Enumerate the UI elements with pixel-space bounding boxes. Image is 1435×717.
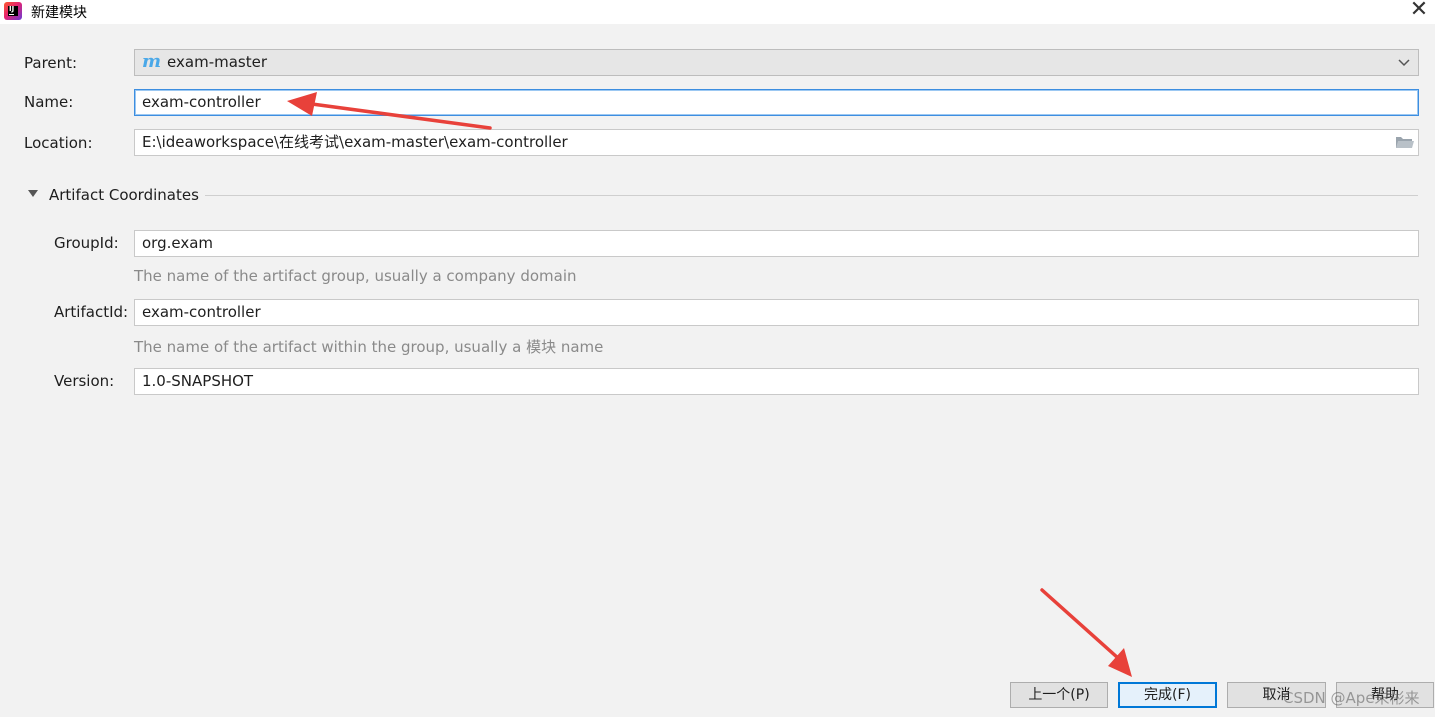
location-label: Location: bbox=[24, 134, 93, 152]
parent-label: Parent: bbox=[24, 54, 78, 72]
artifact-coordinates-title: Artifact Coordinates bbox=[49, 186, 199, 204]
artifactid-input[interactable]: exam-controller bbox=[134, 299, 1419, 326]
version-label: Version: bbox=[54, 372, 115, 390]
groupid-input[interactable]: org.exam bbox=[134, 230, 1419, 257]
previous-button[interactable]: 上一个(P) bbox=[1010, 682, 1108, 708]
parent-value: exam-master bbox=[167, 53, 268, 71]
arrow-to-finish-button bbox=[1040, 588, 1132, 677]
title-bar: IJ 新建模块 ✕ bbox=[0, 0, 1435, 24]
collapse-triangle-icon[interactable] bbox=[28, 190, 38, 197]
artifactid-hint: The name of the artifact within the grou… bbox=[134, 338, 604, 356]
window-title: 新建模块 bbox=[31, 5, 87, 21]
section-divider bbox=[205, 195, 1418, 196]
cancel-button[interactable]: 取消 bbox=[1227, 682, 1326, 708]
artifactid-label: ArtifactId: bbox=[54, 303, 129, 321]
name-input[interactable]: exam-controller bbox=[134, 89, 1419, 116]
close-icon[interactable]: ✕ bbox=[1405, 0, 1433, 22]
location-value: E:\ideaworkspace\在线考试\exam-master\exam-c… bbox=[142, 133, 568, 151]
name-label: Name: bbox=[24, 93, 74, 111]
folder-icon[interactable] bbox=[1395, 133, 1415, 150]
intellij-idea-icon: IJ bbox=[4, 2, 22, 20]
location-input[interactable]: E:\ideaworkspace\在线考试\exam-master\exam-c… bbox=[134, 129, 1419, 156]
maven-icon: m bbox=[142, 51, 162, 72]
new-module-dialog: IJ 新建模块 ✕ Parent: m exam-master Name: exa… bbox=[0, 0, 1435, 717]
parent-dropdown[interactable]: m exam-master bbox=[134, 49, 1419, 76]
groupid-label: GroupId: bbox=[54, 234, 119, 252]
groupid-hint: The name of the artifact group, usually … bbox=[134, 267, 577, 285]
version-input[interactable]: 1.0-SNAPSHOT bbox=[134, 368, 1419, 395]
finish-button[interactable]: 完成(F) bbox=[1118, 682, 1217, 708]
chevron-down-icon[interactable] bbox=[1397, 50, 1411, 75]
help-button[interactable]: 帮助 bbox=[1336, 682, 1434, 708]
